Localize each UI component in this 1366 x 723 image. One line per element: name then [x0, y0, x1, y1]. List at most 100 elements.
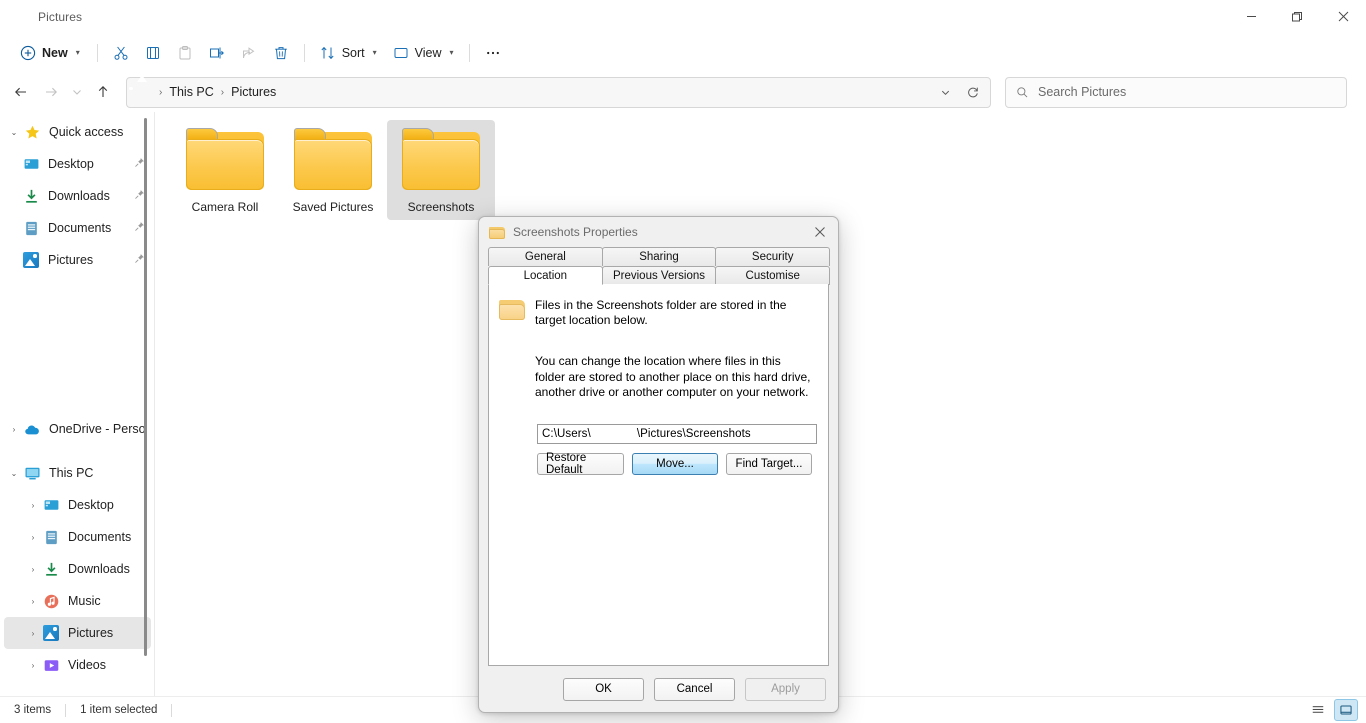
- plus-circle-icon: [20, 45, 36, 60]
- find-target-button[interactable]: Find Target...: [726, 452, 812, 475]
- sidebar-item-documents-qa[interactable]: Documents: [4, 212, 151, 244]
- cut-button[interactable]: [105, 38, 137, 68]
- minimize-button[interactable]: [1228, 0, 1274, 33]
- chevron-right-icon-onedrive[interactable]: ›: [4, 425, 24, 434]
- downloads-icon-pc: [43, 561, 60, 578]
- sidebar-item-this-pc[interactable]: ⌄ This PC: [4, 457, 151, 489]
- delete-button[interactable]: [265, 38, 297, 68]
- sort-button[interactable]: Sort ▾: [312, 38, 385, 68]
- file-item-saved-pictures[interactable]: Saved Pictures: [279, 120, 387, 220]
- chevron-right-icon-documents-pc[interactable]: ›: [23, 533, 43, 542]
- sidebar-scrollbar[interactable]: [144, 118, 147, 656]
- chevron-down-icon-view: ▾: [449, 48, 454, 57]
- folder-icon-dialog: [489, 226, 505, 239]
- dialog-tab-row-1: General Sharing Security: [488, 247, 831, 266]
- view-button[interactable]: View ▾: [385, 38, 462, 68]
- address-bar-row: › This PC › Pictures Search Pictures: [0, 72, 1366, 112]
- sidebar-item-desktop-qa[interactable]: Desktop: [4, 148, 151, 180]
- search-input[interactable]: Search Pictures: [1005, 76, 1347, 108]
- copy-button[interactable]: [137, 38, 169, 68]
- folder-icon-camera-roll: [186, 128, 264, 190]
- documents-icon: [23, 220, 40, 237]
- address-bar[interactable]: › This PC › Pictures: [126, 76, 991, 108]
- location-path-input[interactable]: C:\Users\ \Pictures\Screenshots: [537, 423, 817, 444]
- sort-button-label: Sort: [341, 45, 365, 60]
- sidebar-label-documents-pc: Documents: [68, 530, 132, 544]
- sidebar-label-quick-access: Quick access: [49, 125, 124, 139]
- location-button-row: Restore Default Move... Find Target...: [537, 452, 812, 476]
- tab-customise[interactable]: Customise: [715, 266, 831, 285]
- up-button[interactable]: [88, 77, 118, 107]
- location-heading-text: Files in the Screenshots folder are stor…: [535, 298, 787, 327]
- folder-icon-screenshots: [402, 128, 480, 190]
- copy-icon: [146, 46, 159, 59]
- new-button[interactable]: New ▾: [12, 38, 90, 68]
- sidebar-label-downloads-pc: Downloads: [68, 562, 130, 576]
- maximize-button[interactable]: [1274, 0, 1320, 33]
- sidebar-item-downloads-qa[interactable]: Downloads: [4, 180, 151, 212]
- trash-icon: [274, 46, 287, 59]
- restore-default-button[interactable]: Restore Default: [537, 452, 624, 476]
- dialog-title-bar[interactable]: Screenshots Properties: [479, 217, 838, 247]
- forward-button[interactable]: [36, 77, 66, 107]
- location-heading-row: Files in the Screenshots folder are stor…: [499, 298, 812, 328]
- paste-icon: [179, 45, 191, 59]
- share-button[interactable]: [233, 38, 265, 68]
- dialog-close-button[interactable]: [802, 217, 838, 247]
- command-bar: New ▾ Sort ▾ View ▾: [0, 33, 1366, 72]
- ok-button[interactable]: OK: [563, 677, 644, 701]
- file-label-camera-roll: Camera Roll: [191, 200, 259, 214]
- tab-previous-versions[interactable]: Previous Versions: [601, 266, 717, 285]
- sidebar-label-documents-qa: Documents: [48, 221, 112, 235]
- breadcrumb-pictures[interactable]: Pictures: [225, 82, 282, 102]
- sidebar-item-desktop-pc[interactable]: › Desktop: [4, 489, 151, 521]
- tab-general[interactable]: General: [488, 247, 603, 266]
- refresh-button[interactable]: [960, 79, 986, 105]
- file-item-screenshots[interactable]: Screenshots: [387, 120, 495, 220]
- tab-location[interactable]: Location: [488, 266, 603, 285]
- chevron-right-icon-pictures-pc[interactable]: ›: [23, 629, 43, 638]
- sidebar-item-pictures-qa[interactable]: Pictures: [4, 244, 151, 276]
- list-view-button[interactable]: [1306, 699, 1330, 721]
- sidebar-item-downloads-pc[interactable]: › Downloads: [4, 553, 151, 585]
- cancel-button[interactable]: Cancel: [654, 677, 735, 701]
- navigation-pane: ⌄ Quick access Desktop Downloads Documen…: [0, 112, 155, 696]
- search-icon: [1017, 86, 1028, 97]
- sidebar-item-videos-pc[interactable]: › Videos: [4, 649, 151, 681]
- close-button[interactable]: [1320, 0, 1366, 33]
- location-tab-panel: Files in the Screenshots folder are stor…: [488, 284, 829, 666]
- see-more-button[interactable]: [477, 38, 509, 68]
- downloads-icon: [23, 188, 40, 205]
- chevron-down-icon-quick-access[interactable]: ⌄: [4, 128, 24, 137]
- sidebar-item-documents-pc[interactable]: › Documents: [4, 521, 151, 553]
- sidebar-section-quick-access[interactable]: ⌄ Quick access: [4, 116, 151, 148]
- toolbar-divider-3: [468, 43, 470, 62]
- recent-locations-button[interactable]: [66, 77, 88, 107]
- sidebar-item-music-pc[interactable]: › Music: [4, 585, 151, 617]
- star-icon: [24, 124, 41, 141]
- sidebar-item-onedrive[interactable]: › OneDrive - Perso: [4, 413, 151, 445]
- details-pane-button[interactable]: [1334, 699, 1358, 721]
- back-button[interactable]: [6, 77, 36, 107]
- location-path-prefix: C:\Users\: [542, 427, 591, 440]
- pictures-icon: [13, 9, 29, 25]
- file-item-camera-roll[interactable]: Camera Roll: [171, 120, 279, 220]
- sidebar-item-pictures-pc[interactable]: › Pictures: [4, 617, 151, 649]
- toolbar-divider: [96, 43, 98, 62]
- chevron-right-icon-downloads-pc[interactable]: ›: [23, 565, 43, 574]
- tab-security[interactable]: Security: [715, 247, 831, 266]
- title-bar: Pictures: [0, 0, 1366, 33]
- paste-button[interactable]: [169, 38, 201, 68]
- address-dropdown-button[interactable]: [932, 79, 958, 105]
- tab-sharing[interactable]: Sharing: [601, 247, 717, 266]
- chevron-right-icon-videos-pc[interactable]: ›: [23, 661, 43, 670]
- share-icon: [242, 46, 255, 58]
- folder-icon-saved-pictures: [294, 128, 372, 190]
- move-button[interactable]: Move...: [632, 452, 718, 475]
- chevron-down-icon-this-pc[interactable]: ⌄: [4, 469, 24, 478]
- chevron-right-icon-desktop-pc[interactable]: ›: [23, 501, 43, 510]
- breadcrumb-this-pc[interactable]: This PC: [163, 82, 219, 102]
- view-button-label: View: [414, 45, 442, 60]
- chevron-right-icon-music-pc[interactable]: ›: [23, 597, 43, 606]
- rename-button[interactable]: [201, 38, 233, 68]
